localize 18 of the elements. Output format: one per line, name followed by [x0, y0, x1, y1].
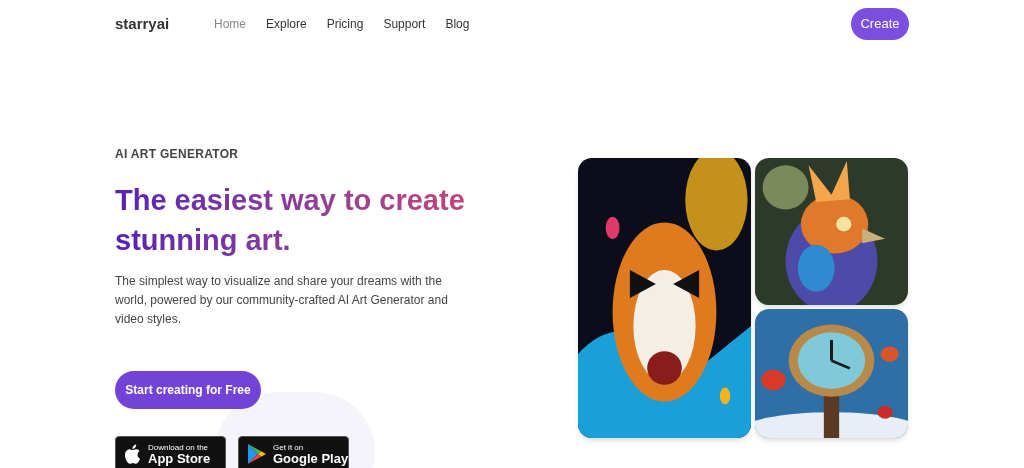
nav-link[interactable]: Support — [383, 15, 426, 33]
hero-description: The simplest way to visualize and share your dreams with the world, powered by our community-crafted AI Art Generator and video styles. — [115, 273, 449, 328]
play-store-icon — [248, 444, 266, 464]
start-button[interactable]: Start creating for Free — [115, 371, 261, 409]
logo[interactable]: starryai — [115, 12, 214, 36]
store-badge[interactable]: Get it on Google Play — [238, 436, 349, 468]
store-badge[interactable]: Download on the App Store — [115, 436, 226, 468]
nav-link[interactable]: Blog — [445, 15, 470, 33]
badge-caption: Download on the — [148, 443, 210, 452]
badge-store-name: Google Play — [273, 451, 349, 465]
nav-link[interactable]: Pricing — [326, 15, 364, 33]
nav-link[interactable]: Home — [214, 15, 246, 33]
eyebrow-label: AI ART GENERATOR — [115, 146, 240, 163]
badge-store-name: App Store — [148, 451, 211, 465]
nav-link[interactable]: Explore — [266, 15, 307, 33]
badge-caption: Get it on — [273, 443, 305, 452]
create-button[interactable]: Create — [851, 8, 909, 40]
apple-icon — [125, 444, 141, 464]
